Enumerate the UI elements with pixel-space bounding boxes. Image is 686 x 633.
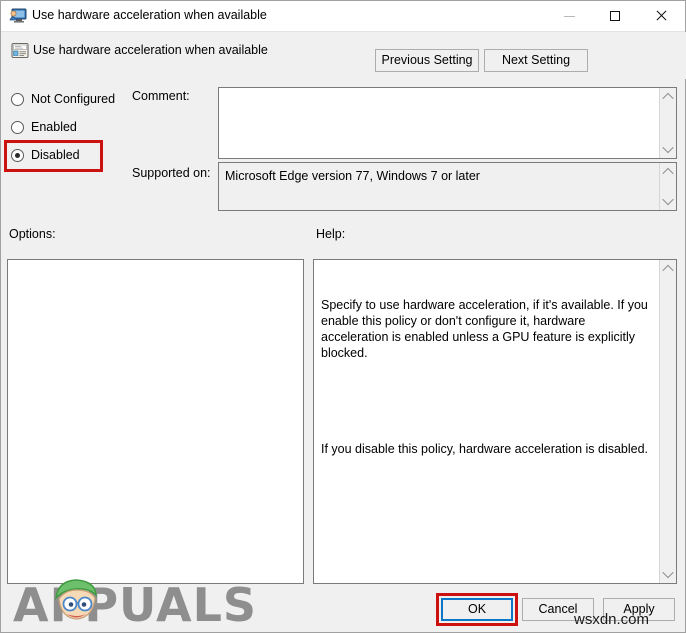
supported-on-scrollbar[interactable] [659, 163, 676, 210]
help-paragraph-2: If you disable this policy, hardware acc… [321, 442, 649, 456]
minimize-icon [563, 15, 575, 17]
options-content [8, 260, 303, 583]
comment-value[interactable] [219, 88, 659, 158]
radio-circle-icon [11, 120, 24, 134]
help-scrollbar[interactable] [659, 260, 676, 583]
scroll-up-icon[interactable] [660, 261, 676, 277]
minimize-button[interactable] [546, 1, 592, 31]
wsxdn-watermark: wsxdn.com [574, 611, 650, 628]
supported-on-value: Microsoft Edge version 77, Windows 7 or … [225, 169, 480, 183]
options-panel[interactable] [7, 259, 304, 584]
help-label: Help: [316, 227, 346, 241]
help-content: Specify to use hardware acceleration, if… [314, 260, 659, 583]
radio-enabled[interactable]: Enabled [11, 120, 77, 134]
help-paragraph-1: Specify to use hardware acceleration, if… [321, 298, 652, 360]
close-icon [655, 10, 667, 22]
previous-setting-button[interactable]: Previous Setting [375, 49, 479, 72]
comment-textbox[interactable] [218, 87, 677, 159]
help-spacer [321, 393, 652, 409]
supported-on-label: Supported on: [132, 166, 211, 180]
window-title: Use hardware acceleration when available [32, 8, 267, 22]
radio-not-configured[interactable]: Not Configured [11, 92, 115, 106]
radio-disabled[interactable]: Disabled [11, 148, 80, 162]
appuals-watermark-text: APPUALS [13, 578, 258, 632]
maximize-button[interactable] [592, 1, 638, 31]
next-setting-button[interactable]: Next Setting [484, 49, 588, 72]
scroll-down-icon[interactable] [660, 193, 676, 209]
options-label: Options: [9, 227, 56, 241]
maximize-icon [610, 11, 620, 21]
radio-label-disabled: Disabled [31, 148, 80, 162]
policy-monitor-icon [9, 8, 27, 24]
scroll-down-icon[interactable] [660, 141, 676, 157]
radio-circle-selected-icon [11, 148, 24, 162]
screenshot-root: Use hardware acceleration when available [0, 0, 686, 633]
comment-scrollbar[interactable] [659, 88, 676, 158]
scroll-down-icon[interactable] [660, 566, 676, 582]
help-panel: Specify to use hardware acceleration, if… [313, 259, 677, 584]
appuals-watermark: APPUALS [11, 576, 256, 633]
setting-title: Use hardware acceleration when available [33, 43, 268, 57]
policy-setting-icon [11, 42, 29, 59]
radio-label-enabled: Enabled [31, 120, 77, 134]
scroll-up-icon[interactable] [660, 164, 676, 180]
ok-button[interactable]: OK [441, 598, 513, 621]
radio-label-not-configured: Not Configured [31, 92, 116, 106]
policy-setting-window: Use hardware acceleration when available [0, 0, 686, 633]
scroll-up-icon[interactable] [660, 89, 676, 105]
window-titlebar: Use hardware acceleration when available [1, 1, 685, 32]
radio-circle-icon [11, 92, 24, 106]
supported-on-textbox: Microsoft Edge version 77, Windows 7 or … [218, 162, 677, 211]
comment-label: Comment: [132, 89, 190, 103]
close-button[interactable] [638, 1, 684, 31]
